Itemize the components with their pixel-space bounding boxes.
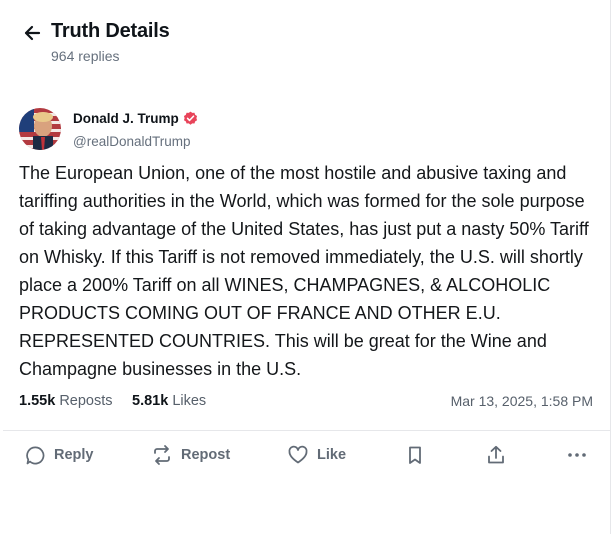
avatar-image xyxy=(19,108,61,150)
repost-arrows-icon xyxy=(151,444,173,466)
like-label: Like xyxy=(317,447,347,463)
more-dots-icon xyxy=(566,444,588,466)
reply-button[interactable]: Reply xyxy=(24,440,94,470)
likes-count: 5.81k xyxy=(132,393,169,409)
likes-label: Likes xyxy=(172,393,207,409)
heart-icon xyxy=(287,444,309,466)
likes-stat[interactable]: 5.81k Likes xyxy=(132,393,206,409)
author-handle[interactable]: @realDonaldTrump xyxy=(73,134,191,149)
post-stats: 1.55k Reposts 5.81k Likes Mar 13, 2025, … xyxy=(19,393,593,413)
author-name[interactable]: Donald J. Trump xyxy=(73,111,198,129)
verified-badge-icon xyxy=(183,111,198,129)
page-title: Truth Details xyxy=(51,20,170,42)
divider xyxy=(3,430,611,431)
arrow-left-icon xyxy=(24,25,41,41)
share-button[interactable] xyxy=(485,440,507,470)
repost-label: Repost xyxy=(181,447,231,463)
share-upload-icon xyxy=(485,444,507,466)
post-timestamp: Mar 13, 2025, 1:58 PM xyxy=(450,393,593,409)
like-button[interactable]: Like xyxy=(287,440,346,470)
author-name-text: Donald J. Trump xyxy=(73,111,179,126)
bookmark-icon xyxy=(404,444,426,466)
avatar[interactable] xyxy=(19,108,61,150)
repost-button[interactable]: Repost xyxy=(151,440,230,470)
action-bar: Reply Repost Like xyxy=(0,440,611,472)
post-text: The European Union, one of the most host… xyxy=(19,163,589,379)
replies-count: 964 replies xyxy=(51,48,120,64)
reposts-stat[interactable]: 1.55k Reposts xyxy=(19,393,113,409)
more-button[interactable] xyxy=(566,440,588,470)
reply-label: Reply xyxy=(54,447,94,463)
reposts-count: 1.55k xyxy=(19,393,56,409)
back-button[interactable] xyxy=(21,22,43,44)
speech-bubble-icon xyxy=(24,444,46,466)
bookmark-button[interactable] xyxy=(404,440,426,470)
reposts-label: Reposts xyxy=(59,393,113,409)
